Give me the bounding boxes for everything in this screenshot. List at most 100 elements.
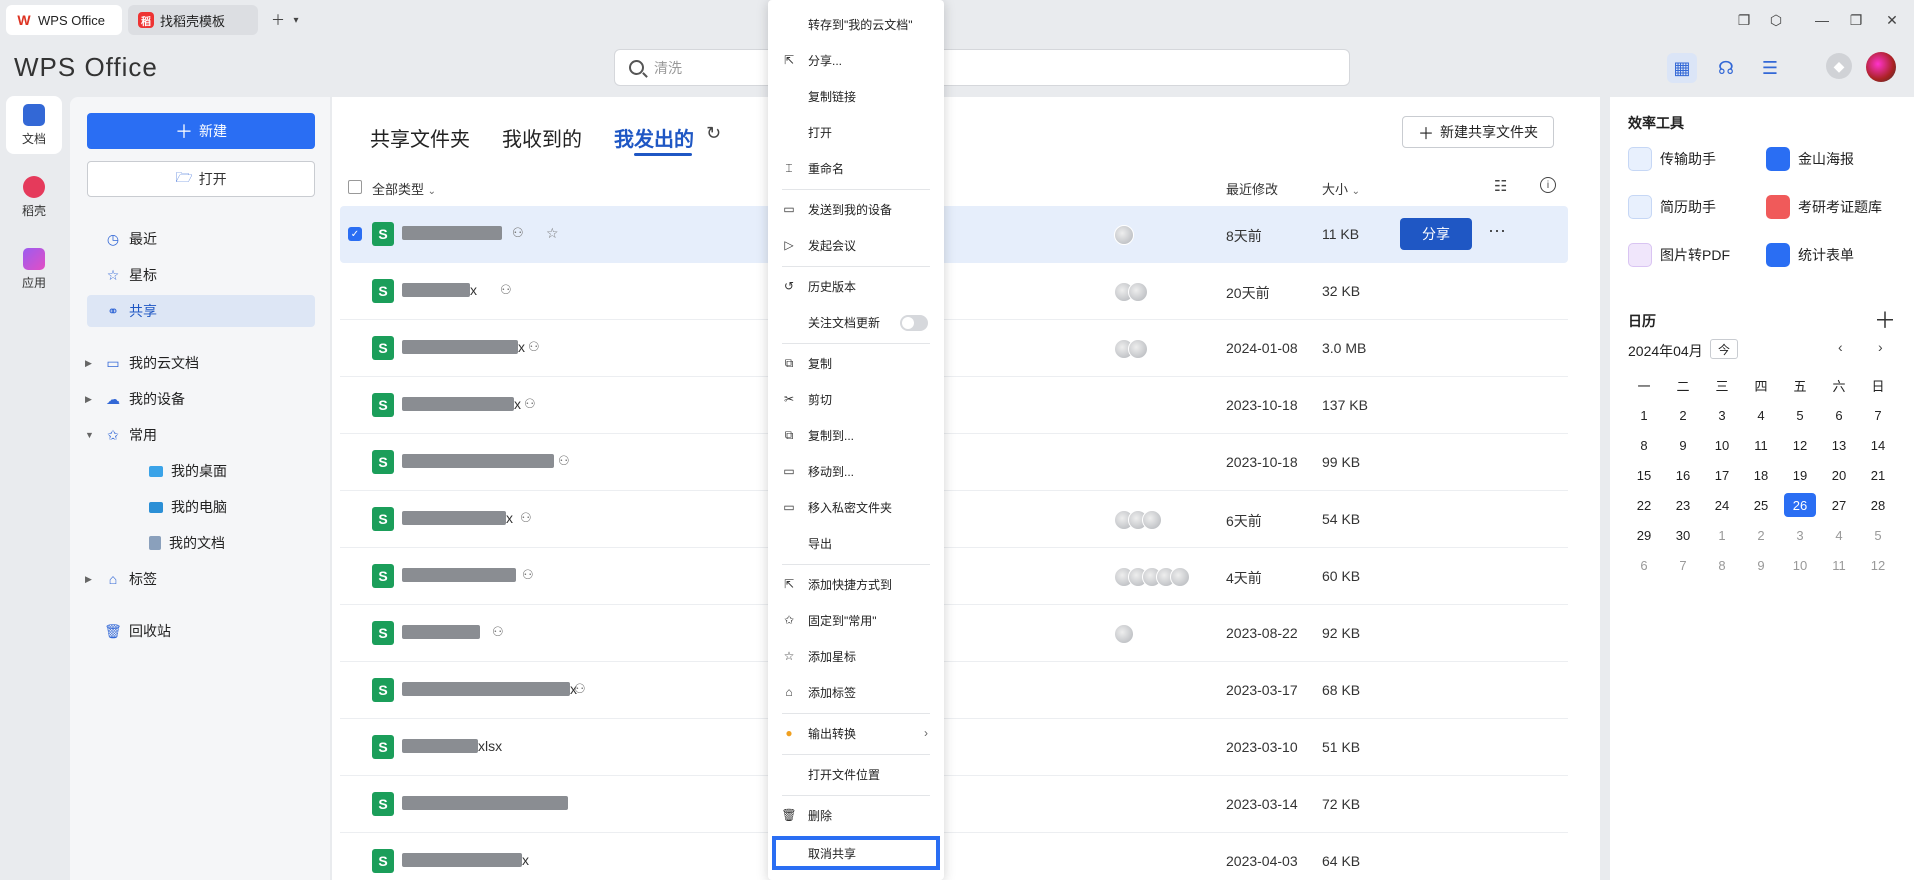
calendar-day[interactable]: 23 (1667, 493, 1699, 517)
calendar-day[interactable]: 3 (1706, 403, 1738, 427)
calendar-day[interactable]: 4 (1745, 403, 1777, 427)
share-button[interactable]: 分享 (1400, 218, 1472, 250)
close-icon[interactable]: ✕ (1880, 8, 1904, 32)
menu-item-follow-updates[interactable]: 关注文档更新 (768, 307, 944, 337)
menu-item-add-shortcut[interactable]: ⇱ 添加快捷方式到 (768, 569, 944, 599)
calendar-day[interactable]: 29 (1628, 523, 1660, 547)
menu-item-move-to[interactable]: ▭ 移动到... (768, 456, 944, 486)
menu-item-copy-to[interactable]: ⧉ 复制到... (768, 420, 944, 450)
next-month-chevron-icon[interactable]: › (1878, 339, 1883, 355)
menu-item-copy[interactable]: ⧉ 复制 (768, 348, 944, 378)
calendar-day[interactable]: 14 (1862, 433, 1894, 457)
select-all-checkbox[interactable] (348, 180, 362, 194)
calendar-day[interactable]: 10 (1706, 433, 1738, 457)
tab-wps-office[interactable]: W WPS Office (6, 5, 122, 35)
sidebar-item-starred[interactable]: ☆ 星标 (87, 259, 315, 291)
menu-item-rename[interactable]: ⌶ 重命名 (768, 153, 944, 183)
menu-item-private-folder[interactable]: ▭ 移入私密文件夹 (768, 492, 944, 522)
menu-item-send-to-device[interactable]: ▭ 发送到我的设备 (768, 194, 944, 224)
calendar-day[interactable]: 24 (1706, 493, 1738, 517)
sidebar-item-recycle-bin[interactable]: 🗑 回收站 (87, 615, 315, 647)
add-event-plus-icon[interactable]: ＋ (1874, 303, 1896, 335)
table-row[interactable]: S x ⚇ 2024-01-08 3.0 MB (340, 320, 1568, 377)
calendar-day[interactable]: 27 (1823, 493, 1855, 517)
calendar-day[interactable]: 7 (1667, 553, 1699, 577)
table-row[interactable]: S x ⚇ 6天前 54 KB (340, 491, 1568, 548)
search-input[interactable]: 清洗 (614, 49, 1350, 86)
minimize-icon[interactable]: — (1810, 8, 1834, 32)
menu-item-export[interactable]: 导出 (768, 528, 944, 558)
menu-item-save-to-cloud[interactable]: 转存到"我的云文档" (768, 9, 944, 39)
calendar-day[interactable]: 4 (1823, 523, 1855, 547)
prev-month-chevron-icon[interactable]: ‹ (1838, 339, 1843, 355)
sidebar-item-shared[interactable]: ⚭ 共享 (87, 295, 315, 327)
menu-item-cut[interactable]: ✂ 剪切 (768, 384, 944, 414)
tab-dropdown-chevron-icon[interactable]: ▾ (284, 8, 308, 32)
calendar-day[interactable]: 11 (1745, 433, 1777, 457)
table-row[interactable]: S ⚇ 2023-10-18 99 KB (340, 434, 1568, 491)
expand-arrow-icon[interactable]: ▶ (85, 358, 92, 369)
tab-sent[interactable]: 我发出的 (614, 123, 694, 152)
table-row[interactable]: S x ⚇ 2023-10-18 137 KB (340, 377, 1568, 434)
headset-icon[interactable]: ☊ (1711, 53, 1741, 83)
menu-item-delete[interactable]: 🗑 删除 (768, 800, 944, 830)
tool-image-to-pdf[interactable]: 图片转PDF (1628, 243, 1730, 267)
calendar-day[interactable]: 18 (1745, 463, 1777, 487)
calendar-day[interactable]: 15 (1628, 463, 1660, 487)
today-button[interactable]: 今 (1710, 339, 1738, 359)
rail-item-apps[interactable]: 应用 (6, 240, 62, 298)
menu-item-start-meeting[interactable]: ▷ 发起会议 (768, 230, 944, 260)
menu-item-open-location[interactable]: 打开文件位置 (768, 759, 944, 789)
calendar-day[interactable]: 12 (1784, 433, 1816, 457)
open-button[interactable]: 🗁 打开 (87, 161, 315, 197)
calendar-day[interactable]: 8 (1706, 553, 1738, 577)
row-checkbox[interactable]: ✓ (348, 227, 362, 241)
sidebar-item-my-devices[interactable]: ▶ ☁ 我的设备 (85, 383, 315, 415)
sidebar-item-my-computer[interactable]: 我的电脑 (87, 491, 315, 523)
calendar-day[interactable]: 22 (1628, 493, 1660, 517)
menu-item-pin-frequent[interactable]: ✩ 固定到"常用" (768, 605, 944, 635)
calendar-day[interactable]: 6 (1628, 553, 1660, 577)
tab-shared-folders[interactable]: 共享文件夹 (370, 123, 470, 152)
menu-list-icon[interactable]: ☰ (1755, 53, 1785, 83)
calendar-day[interactable]: 5 (1862, 523, 1894, 547)
menu-item-share[interactable]: ⇱ 分享... (768, 45, 944, 75)
rail-item-daoke[interactable]: 稻壳 (6, 168, 62, 226)
cube-icon[interactable]: ⬡ (1764, 8, 1788, 32)
sidebar-item-recent[interactable]: ◷ 最近 (87, 223, 315, 255)
rail-item-docs[interactable]: 文档 (6, 96, 62, 154)
menu-item-add-tag[interactable]: ⌂ 添加标签 (768, 677, 944, 707)
calendar-day[interactable]: 2 (1745, 523, 1777, 547)
refresh-icon[interactable]: ↻ (706, 123, 721, 144)
table-row[interactable]: S 2023-03-14 72 KB (340, 776, 1568, 833)
calendar-day[interactable]: 11 (1823, 553, 1855, 577)
calendar-day[interactable]: 12 (1862, 553, 1894, 577)
restore-icon[interactable]: ❐ (1844, 8, 1868, 32)
calendar-day[interactable]: 9 (1667, 433, 1699, 457)
menu-item-copy-link[interactable]: 复制链接 (768, 81, 944, 111)
menu-item-add-star[interactable]: ☆ 添加星标 (768, 641, 944, 671)
calendar-day[interactable]: 8 (1628, 433, 1660, 457)
star-icon[interactable]: ☆ (546, 225, 559, 242)
size-column-header[interactable]: 大小 ⌄ (1322, 179, 1360, 198)
calendar-day[interactable]: 25 (1745, 493, 1777, 517)
calendar-day[interactable]: 20 (1823, 463, 1855, 487)
tool-statistics-form[interactable]: 统计表单 (1766, 243, 1854, 267)
calendar-day[interactable]: 1 (1706, 523, 1738, 547)
table-row[interactable]: ✓ S ⚇ ☆ 8天前 11 KB 分享 ··· (340, 206, 1568, 263)
sidebar-item-desktop[interactable]: 我的桌面 (87, 455, 315, 487)
calendar-day[interactable]: 17 (1706, 463, 1738, 487)
membership-hex-icon[interactable]: ◆ (1826, 53, 1852, 79)
calendar-day[interactable]: 7 (1862, 403, 1894, 427)
calendar-day[interactable]: 30 (1667, 523, 1699, 547)
calendar-day-today[interactable]: 26 (1784, 493, 1816, 517)
tool-resume-assistant[interactable]: 简历助手 (1628, 195, 1716, 219)
modified-column-header[interactable]: 最近修改 (1226, 179, 1278, 198)
calendar-day[interactable]: 10 (1784, 553, 1816, 577)
table-row[interactable]: S x ⚇ 2023-03-17 68 KB (340, 662, 1568, 719)
calendar-day[interactable]: 28 (1862, 493, 1894, 517)
table-row[interactable]: S x ⚇ 20天前 32 KB (340, 263, 1568, 320)
menu-item-output-convert[interactable]: ● 输出转换 › (768, 718, 944, 748)
calendar-day[interactable]: 1 (1628, 403, 1660, 427)
calendar-day[interactable]: 16 (1667, 463, 1699, 487)
